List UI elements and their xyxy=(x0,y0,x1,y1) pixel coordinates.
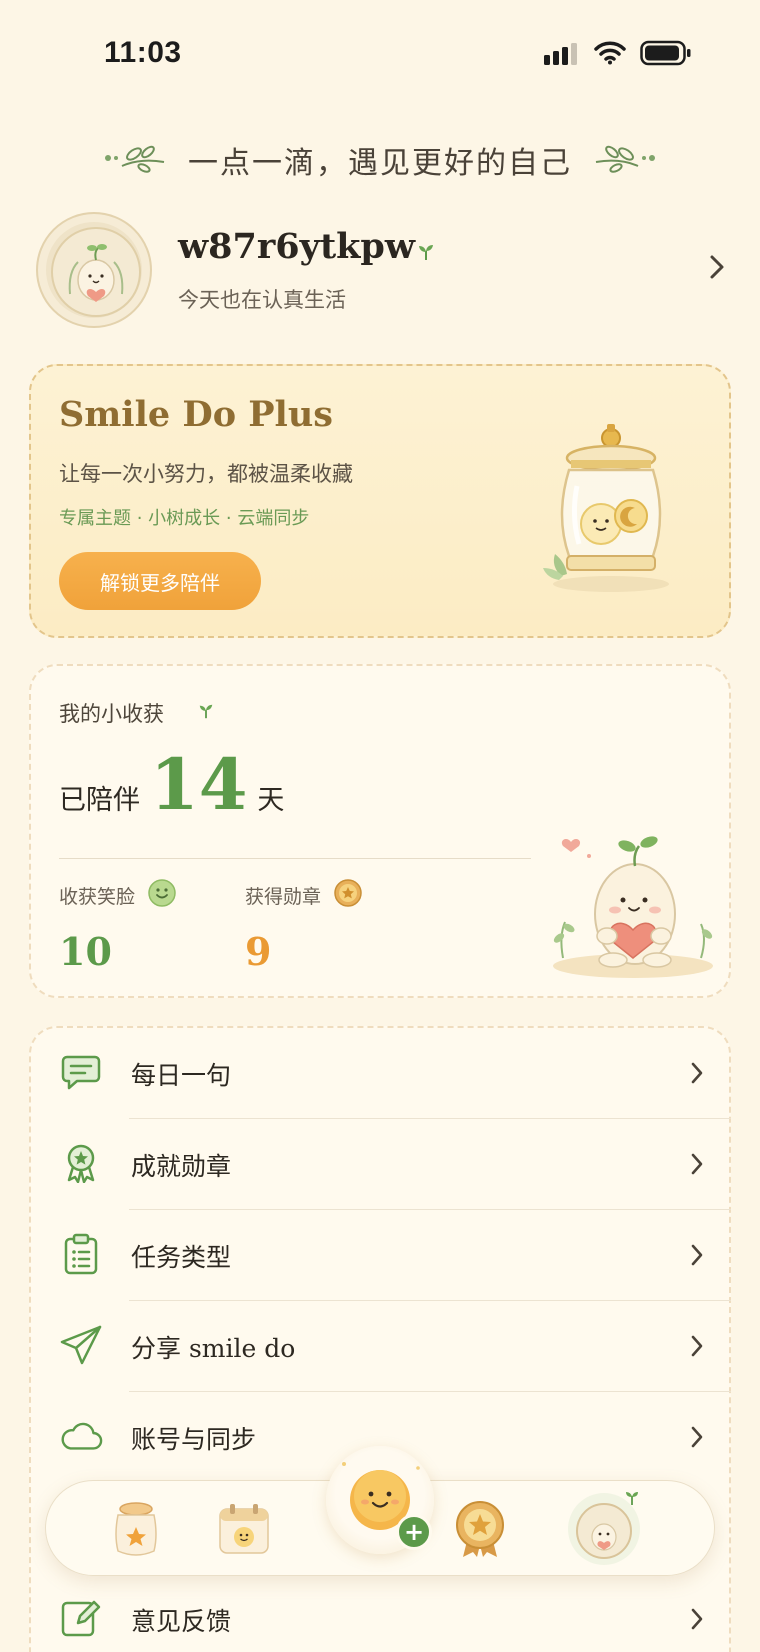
menu-label: 意见反馈 xyxy=(131,1607,232,1636)
plus-subtitle: 让每一次小努力，都被温柔收藏 xyxy=(59,462,353,486)
plus-features: 专属主题 · 小树成长 · 云端同步 xyxy=(59,508,310,529)
leaf-sprig-left-icon xyxy=(104,140,168,180)
badges-stat: 获得勋章 9 xyxy=(245,878,363,974)
menu-label: 账号与同步 xyxy=(131,1425,257,1454)
medal-tab-icon[interactable] xyxy=(446,1495,514,1563)
smiles-value: 10 xyxy=(59,929,112,974)
sprout-icon xyxy=(197,702,215,724)
username: w87r6ytkpw xyxy=(178,226,415,267)
companion-days: 已陪伴 14 天 xyxy=(59,750,284,820)
harvest-title: 我的小收获 xyxy=(59,702,164,726)
slogan-text: 一点一滴，遇见更好的自己 xyxy=(188,146,572,181)
menu-item-task-types[interactable]: 任务类型 xyxy=(31,1210,731,1300)
chevron-right-icon xyxy=(689,1060,705,1090)
smiles-stat: 收获笑脸 10 xyxy=(59,878,177,974)
leaf-sprig-right-icon xyxy=(592,140,656,180)
chevron-right-icon xyxy=(689,1242,705,1272)
jar-tab-icon[interactable] xyxy=(102,1495,170,1563)
chevron-right-icon xyxy=(689,1606,705,1636)
profile-tagline: 今天也在认真生活 xyxy=(178,288,346,312)
menu-item-feedback[interactable]: 意见反馈 xyxy=(31,1574,731,1652)
days-suffix: 天 xyxy=(257,785,285,816)
paper-plane-icon xyxy=(59,1323,103,1367)
menu-label: 成就勋章 xyxy=(131,1152,232,1181)
menu-label: 每日一句 xyxy=(131,1061,232,1090)
menu-item-daily-quote[interactable]: 每日一句 xyxy=(31,1028,731,1118)
avatar[interactable] xyxy=(36,212,152,328)
harvest-card: 我的小收获 已陪伴 14 天 收获笑脸 10 获得勋章 9 xyxy=(29,664,731,998)
smiles-label: 收获笑脸 xyxy=(59,886,136,908)
status-bar: 11:03 xyxy=(0,0,760,110)
smile-face-icon xyxy=(147,878,177,913)
edit-icon xyxy=(59,1596,103,1640)
menu-label: 任务类型 xyxy=(131,1243,232,1272)
days-prefix: 已陪伴 xyxy=(59,785,140,816)
menu-label: 分享 smile do xyxy=(131,1334,296,1363)
award-ribbon-icon xyxy=(59,1141,103,1185)
slogan-banner: 一点一滴，遇见更好的自己 xyxy=(0,138,760,182)
wifi-icon xyxy=(594,41,626,69)
menu-item-achievements[interactable]: 成就勋章 xyxy=(31,1119,731,1209)
profile-tab-icon[interactable] xyxy=(564,1489,644,1569)
signal-icon xyxy=(544,41,580,69)
chevron-right-icon[interactable] xyxy=(708,252,726,286)
calendar-tab-icon[interactable] xyxy=(210,1495,278,1563)
profile-row[interactable]: w87r6ytkpw 今天也在认真生活 xyxy=(36,212,726,330)
badges-label: 获得勋章 xyxy=(245,886,322,908)
status-time: 11:03 xyxy=(104,36,182,69)
chevron-right-icon xyxy=(689,1151,705,1181)
days-value: 14 xyxy=(150,743,248,826)
chat-bubble-icon xyxy=(59,1050,103,1094)
chevron-right-icon xyxy=(689,1333,705,1363)
menu-item-share[interactable]: 分享 smile do xyxy=(31,1301,731,1391)
divider xyxy=(59,858,531,859)
badges-value: 9 xyxy=(245,929,272,974)
sprout-icon xyxy=(416,242,436,266)
plus-promo-card[interactable]: Smile Do Plus 让每一次小努力，都被温柔收藏 专属主题 · 小树成长… xyxy=(29,364,731,638)
glass-jar-illustration xyxy=(541,416,681,600)
cloud-icon xyxy=(59,1414,103,1458)
chevron-right-icon xyxy=(689,1424,705,1454)
seedling-mascot-illustration xyxy=(541,826,721,990)
clipboard-list-icon xyxy=(59,1232,103,1276)
unlock-button[interactable]: 解锁更多陪伴 xyxy=(59,552,261,610)
medal-icon xyxy=(333,878,363,913)
battery-icon xyxy=(640,40,692,70)
system-icons xyxy=(544,40,692,70)
plus-icon[interactable]: + xyxy=(396,1514,432,1550)
plus-title: Smile Do Plus xyxy=(59,394,334,435)
